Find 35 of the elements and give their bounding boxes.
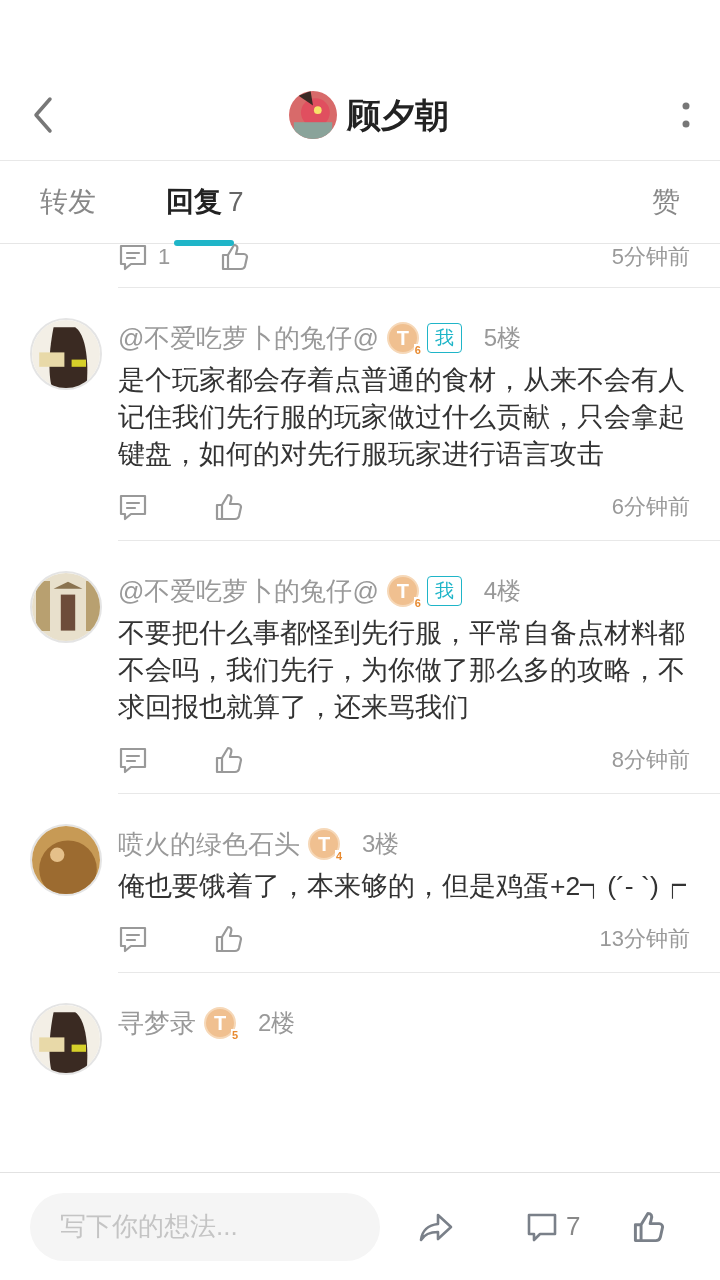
floor-number: 3楼: [362, 829, 400, 859]
thumbs-up-icon[interactable]: [214, 923, 244, 954]
comment-text: 俺也要饿着了，本来够的，但是鸡蛋+2┑(´- `)┍: [118, 870, 687, 903]
tab[interactable]: 赞: [652, 160, 680, 244]
page-title: 顾夕朝: [347, 94, 449, 136]
thumbs-up-icon[interactable]: [214, 491, 244, 522]
thumbs-up-icon[interactable]: [220, 244, 251, 272]
comment-icon[interactable]: [118, 244, 148, 272]
thumbs-up-icon[interactable]: [214, 744, 244, 775]
thumbs-up-icon[interactable]: [632, 1209, 667, 1244]
me-tag: 我: [426, 576, 462, 606]
floor-number: 4楼: [483, 576, 522, 606]
level-badge: T 6: [386, 575, 419, 607]
level-badge: T 5: [204, 1007, 236, 1039]
timestamp: 8分钟前: [611, 746, 690, 774]
share-icon[interactable]: [418, 1211, 454, 1242]
me-tag: 我: [426, 323, 462, 353]
timestamp: 5分钟前: [611, 244, 690, 271]
tab[interactable]: 回复 7: [166, 160, 244, 244]
timestamp: 13分钟前: [599, 925, 690, 953]
user-name: @不爱吃萝卜的兔仔@: [118, 574, 379, 608]
reply-count: 1: [158, 244, 171, 271]
level-badge: T 6: [386, 322, 419, 354]
more-icon[interactable]: [682, 102, 690, 128]
comment-text: 不要把什么事都怪到先行服，平常自备点材料都不会吗，我们先行，为你做了那么多的攻略，不求回报也就算了，还来骂我们: [118, 617, 686, 724]
user-name: @不爱吃萝卜的兔仔@: [118, 321, 379, 355]
user-name: 寻梦录: [118, 1006, 196, 1040]
comment-text: 是个玩家都会存着点普通的食材，从来不会有人记住我们先行服的玩家做过什么贡献，只会拿起键盘，如何的对先行服玩家进行语言攻击: [118, 364, 686, 471]
comment-count-button[interactable]: 7: [526, 1207, 581, 1246]
floor-number: 5楼: [483, 323, 522, 353]
level-badge: T 4: [308, 828, 340, 860]
user-name: 喷火的绿色石头: [118, 827, 300, 861]
timestamp: 6分钟前: [611, 493, 690, 521]
tab[interactable]: 转发: [40, 160, 96, 244]
floor-number: 2楼: [258, 1008, 296, 1038]
